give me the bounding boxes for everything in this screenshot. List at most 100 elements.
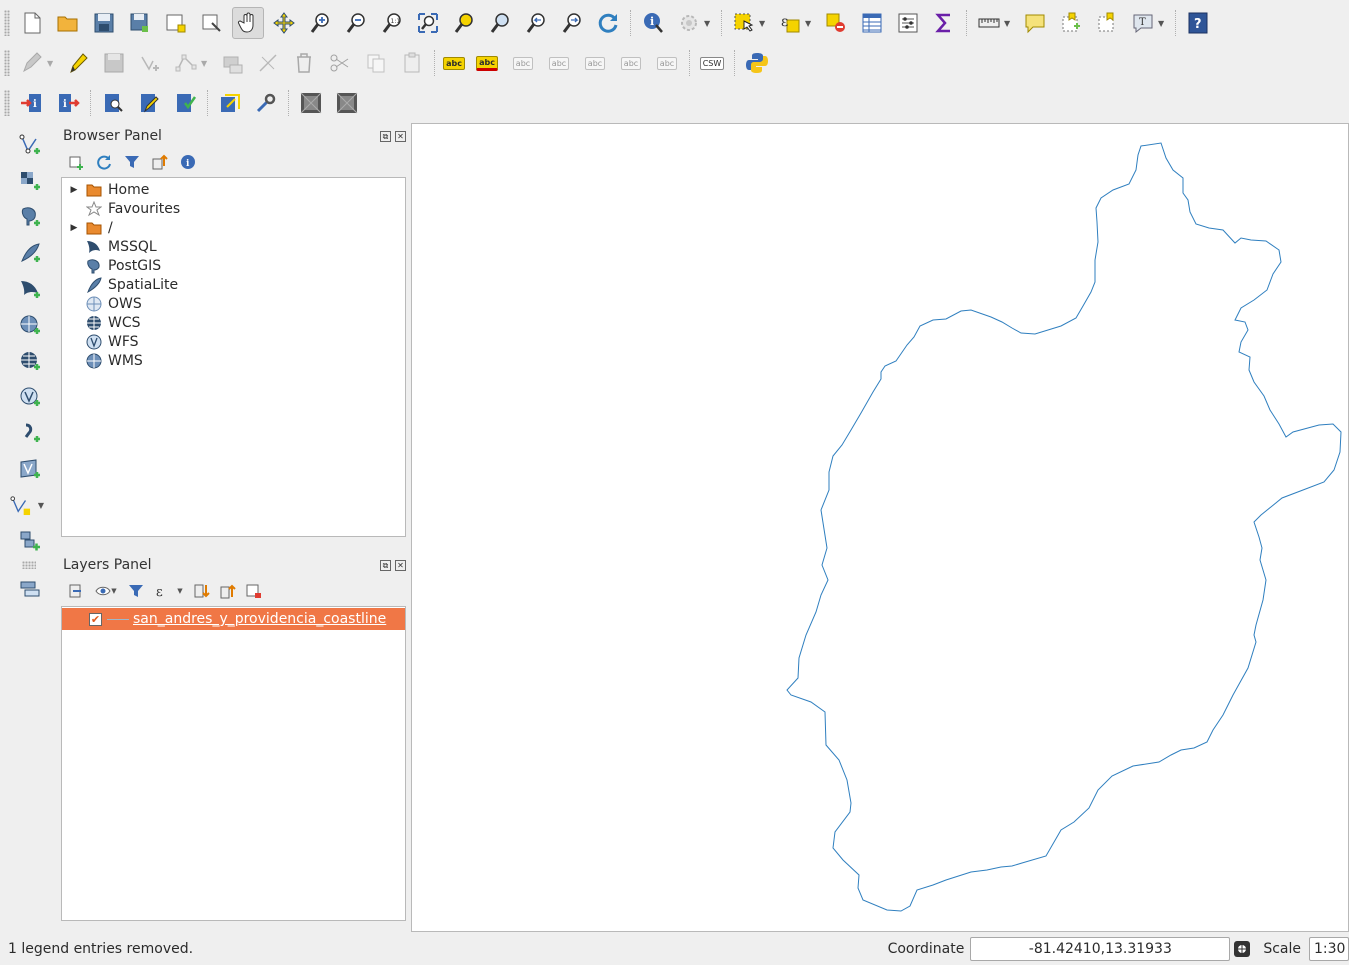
- coordinate-field[interactable]: -81.42410,13.31933: [970, 936, 1231, 961]
- new-layer-dropdown-arrow[interactable]: ▼: [38, 501, 47, 510]
- add-delimited-text-layer-button[interactable]: [10, 417, 50, 449]
- toolbar-handle[interactable]: [22, 561, 36, 569]
- action-dropdown-arrow[interactable]: ▼: [704, 19, 714, 28]
- browser-item-postgis[interactable]: PostGIS: [62, 256, 405, 275]
- select-by-expression-button[interactable]: ε: [774, 7, 806, 39]
- zoom-out-button[interactable]: [340, 7, 372, 39]
- browser-item-mssql[interactable]: MSSQL: [62, 237, 405, 256]
- python-console-button[interactable]: [741, 47, 773, 79]
- select-dropdown-arrow[interactable]: ▼: [759, 19, 769, 28]
- add-vector-layer-button[interactable]: [10, 129, 50, 161]
- zoom-in-button[interactable]: [304, 7, 336, 39]
- rotate-feature-button[interactable]: [252, 47, 284, 79]
- browser-tree[interactable]: ▶ Home Favourites ▶ / MSSQL PostGIS Spat…: [61, 177, 406, 537]
- raster-tool-a-button[interactable]: [295, 87, 327, 119]
- browser-item-home[interactable]: ▶ Home: [62, 180, 405, 199]
- zoom-last-button[interactable]: [520, 7, 552, 39]
- rotate-label-button[interactable]: abc: [615, 47, 647, 79]
- metadata-import-button[interactable]: i: [16, 87, 48, 119]
- browser-item-wfs[interactable]: WFS: [62, 332, 405, 351]
- text-annotation-button[interactable]: T: [1127, 7, 1159, 39]
- change-label-button[interactable]: abc: [651, 47, 683, 79]
- map-canvas[interactable]: [411, 123, 1349, 932]
- new-project-button[interactable]: [16, 7, 48, 39]
- annotation-dropdown-arrow[interactable]: ▼: [1158, 19, 1168, 28]
- zoom-to-layer-button[interactable]: [484, 7, 516, 39]
- show-hide-labels-button[interactable]: abc: [543, 47, 575, 79]
- node-tool-dropdown-arrow[interactable]: ▼: [201, 59, 211, 68]
- layer-labeling-button[interactable]: abc: [441, 47, 467, 79]
- browser-properties-button[interactable]: i: [179, 153, 197, 171]
- statistics-button[interactable]: [928, 7, 960, 39]
- identify-button[interactable]: i: [637, 7, 669, 39]
- save-layer-edits-button[interactable]: [98, 47, 130, 79]
- expand-arrow-icon[interactable]: ▶: [68, 185, 80, 195]
- save-as-button[interactable]: [124, 7, 156, 39]
- browser-item-spatialite[interactable]: SpatiaLite: [62, 275, 405, 294]
- layer-styling-button[interactable]: [67, 582, 85, 600]
- copy-features-button[interactable]: [360, 47, 392, 79]
- composer-manager-button[interactable]: [196, 7, 228, 39]
- cut-features-button[interactable]: [324, 47, 356, 79]
- close-panel-icon[interactable]: ✕: [395, 130, 406, 142]
- collapse-all-layers-button[interactable]: [219, 582, 237, 600]
- pan-to-selection-button[interactable]: [268, 7, 300, 39]
- layer-diagram-button[interactable]: abc: [471, 47, 503, 79]
- manage-visibility-button[interactable]: ▼: [93, 582, 119, 600]
- new-bookmark-button[interactable]: [1055, 7, 1087, 39]
- refresh-button[interactable]: [592, 7, 624, 39]
- collapse-all-button[interactable]: [151, 153, 169, 171]
- save-project-button[interactable]: [88, 7, 120, 39]
- close-panel-icon[interactable]: ✕: [395, 559, 406, 571]
- float-panel-icon[interactable]: ⧉: [380, 559, 391, 571]
- attribute-table-button[interactable]: [856, 7, 888, 39]
- metadata-validator-button[interactable]: [169, 87, 201, 119]
- filter-by-expression-button[interactable]: ε ▼: [153, 582, 185, 600]
- layers-tree[interactable]: ✔ san_andres_y_providencia_coastline: [61, 606, 406, 921]
- add-wcs-layer-button[interactable]: [10, 345, 50, 377]
- edits-dropdown-arrow[interactable]: ▼: [47, 59, 57, 68]
- toggle-extents-button[interactable]: [1233, 940, 1251, 958]
- toolbar-handle[interactable]: [4, 50, 10, 76]
- metadata-viewer-button[interactable]: [97, 87, 129, 119]
- add-raster-layer-button[interactable]: [10, 165, 50, 197]
- metadata-sync-button[interactable]: [214, 87, 246, 119]
- add-layer-group-button[interactable]: [10, 525, 50, 557]
- help-button[interactable]: ?: [1182, 7, 1214, 39]
- toolbar-handle[interactable]: [4, 10, 10, 36]
- browser-item-favourites[interactable]: Favourites: [62, 199, 405, 218]
- paste-features-button[interactable]: [396, 47, 428, 79]
- pan-button[interactable]: [232, 7, 264, 39]
- run-action-button[interactable]: [673, 7, 705, 39]
- metadata-settings-button[interactable]: [250, 87, 282, 119]
- delete-selected-button[interactable]: [288, 47, 320, 79]
- float-panel-icon[interactable]: ⧉: [380, 130, 391, 142]
- browser-item-root[interactable]: ▶ /: [62, 218, 405, 237]
- current-edits-button[interactable]: [16, 47, 48, 79]
- toolbar-handle[interactable]: [4, 90, 10, 116]
- expand-arrow-icon[interactable]: ▶: [68, 223, 80, 233]
- metasearch-button[interactable]: CSW: [696, 47, 728, 79]
- add-postgis-layer-button[interactable]: [10, 201, 50, 233]
- node-tool-button[interactable]: [170, 47, 202, 79]
- metadata-editor-button[interactable]: [133, 87, 165, 119]
- layer-visibility-checkbox[interactable]: ✔: [89, 612, 102, 626]
- field-calculator-button[interactable]: [892, 7, 924, 39]
- add-spatialite-layer-button[interactable]: [10, 237, 50, 269]
- add-virtual-layer-button[interactable]: [10, 453, 50, 485]
- add-mssql-layer-button[interactable]: [10, 273, 50, 305]
- deselect-all-button[interactable]: [820, 7, 852, 39]
- new-shapefile-layer-button[interactable]: ▼: [10, 489, 50, 521]
- measure-line-button[interactable]: [973, 7, 1005, 39]
- expand-all-button[interactable]: [193, 582, 211, 600]
- scale-field[interactable]: 1:30: [1309, 936, 1349, 961]
- browser-item-ows[interactable]: OWS: [62, 294, 405, 313]
- show-bookmarks-button[interactable]: [1091, 7, 1123, 39]
- filter-legend-button[interactable]: [127, 582, 145, 600]
- move-label-button[interactable]: abc: [579, 47, 611, 79]
- zoom-next-button[interactable]: [556, 7, 588, 39]
- add-wms-layer-button[interactable]: [10, 309, 50, 341]
- remove-layer-button[interactable]: [10, 573, 50, 605]
- filter-browser-button[interactable]: [123, 153, 141, 171]
- select-features-button[interactable]: [728, 7, 760, 39]
